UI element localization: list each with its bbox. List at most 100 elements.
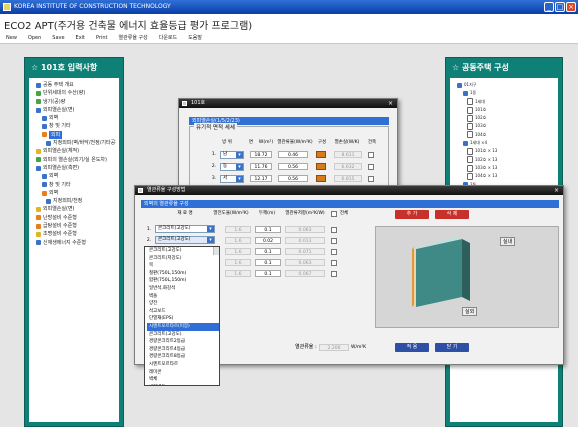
row-checkbox[interactable]: [331, 249, 337, 255]
dropdown-option[interactable]: 철판(750L,150m): [147, 270, 219, 278]
tree-item[interactable]: 외피열손실(측면): [32, 164, 116, 172]
dropdown-option[interactable]: 경량콘크리트4등급: [147, 346, 219, 354]
tree-item[interactable]: 외벽: [32, 172, 116, 180]
row-checkbox[interactable]: [331, 271, 337, 277]
dropdown-option[interactable]: 시멘트모르타르: [147, 361, 219, 369]
tree-item-selected[interactable]: 외피: [32, 130, 116, 140]
compose-button[interactable]: [316, 175, 326, 182]
dropdown-option[interactable]: 양전: [147, 300, 219, 308]
tree-item[interactable]: 1세대: [453, 98, 555, 106]
tree-item[interactable]: 창 및 기타: [32, 181, 116, 189]
dropdown-option[interactable]: 벽체: [147, 376, 219, 384]
tree-item[interactable]: 공동 주택 개요: [32, 81, 116, 89]
tree-item[interactable]: 102호: [453, 114, 555, 122]
thickness-field[interactable]: 0.1: [255, 270, 281, 277]
tree-item[interactable]: 103호: [453, 122, 555, 131]
dropdown-option[interactable]: 일반석,화강석: [147, 285, 219, 293]
tree-item[interactable]: 외벽: [32, 114, 116, 122]
row-checkbox[interactable]: [331, 260, 337, 266]
close-icon[interactable]: ×: [554, 186, 559, 195]
close-dialog-button[interactable]: 닫 기: [435, 343, 469, 352]
area-field[interactable]: 18.72: [250, 151, 272, 158]
thickness-field[interactable]: 0.1: [255, 259, 281, 266]
tree-item[interactable]: 창 및 기타: [32, 122, 116, 130]
tree-item[interactable]: 지정외피(벽/바닥/천정/기타공간: [32, 139, 116, 147]
thickness-field[interactable]: 0.1: [255, 226, 281, 233]
tree-item[interactable]: 급탕설비 수준형: [32, 222, 116, 230]
dropdown-option[interactable]: 콘크리트(고강도): [147, 331, 219, 339]
dropdown-option[interactable]: 석고보드: [147, 308, 219, 316]
menu-help[interactable]: 도움말: [188, 32, 202, 43]
tree-item[interactable]: 101호: [453, 106, 555, 114]
thickness-field[interactable]: 0.02: [255, 237, 281, 244]
tree-item[interactable]: 104호 × 13: [453, 172, 555, 180]
dropdown-option[interactable]: 콘크리트(고강도): [147, 247, 219, 255]
tree-item[interactable]: 외피열손실(면): [32, 205, 116, 213]
compose-button[interactable]: [316, 151, 326, 158]
tree-item[interactable]: 101호 × 13: [453, 147, 555, 156]
direction-select[interactable]: 서 ▾: [220, 175, 244, 183]
dropdown-option[interactable]: 콘크리트(저강도): [147, 255, 219, 263]
tree-item[interactable]: 난방설비 수준형: [32, 214, 116, 222]
col-header: 방 위: [222, 140, 232, 145]
uvalue-field[interactable]: 0.46: [278, 151, 308, 158]
dropdown-option[interactable]: 합판(750L,150m): [147, 277, 219, 285]
dropdown-option[interactable]: 단열재(EPS): [147, 315, 219, 323]
tree-item[interactable]: 외피열손실(면): [32, 106, 116, 114]
area-field[interactable]: 11.76: [250, 163, 272, 170]
menu-download[interactable]: 다운로드: [159, 32, 177, 43]
apply-button[interactable]: 적 용: [395, 343, 429, 352]
row-checkbox[interactable]: [331, 227, 337, 233]
row-checkbox[interactable]: [368, 164, 374, 170]
maximize-button[interactable]: □: [555, 2, 565, 12]
direction-select[interactable]: 동 ▾: [220, 163, 244, 171]
row-checkbox[interactable]: [368, 152, 374, 158]
compose-button[interactable]: [316, 163, 326, 170]
menu-new[interactable]: New: [6, 32, 17, 43]
delete-layer-button[interactable]: 삭 제: [435, 210, 469, 219]
dropdown-option[interactable]: 내화벽돌: [147, 384, 219, 386]
row-checkbox[interactable]: [331, 238, 337, 244]
menu-print[interactable]: Print: [96, 32, 108, 43]
select-all-checkbox[interactable]: [331, 211, 337, 217]
dropdown-option[interactable]: 경량콘크리트2등급: [147, 338, 219, 346]
tree-item[interactable]: 외피열손실(체적): [32, 147, 116, 155]
tree-item[interactable]: 신재생에너지 수준형: [32, 239, 116, 247]
dropdown-option[interactable]: 경량콘크리트8등급: [147, 353, 219, 361]
tree-item[interactable]: 외벽: [32, 189, 116, 197]
tree-item[interactable]: 1세대 ×4: [453, 139, 555, 147]
tree-item[interactable]: 103호 × 13: [453, 164, 555, 172]
thickness-field[interactable]: 0.1: [255, 248, 281, 255]
menu-exit[interactable]: Exit: [76, 32, 85, 43]
dropdown-option[interactable]: 목: [147, 262, 219, 270]
menu-save[interactable]: Save: [52, 32, 64, 43]
dialog-icon: [138, 188, 143, 193]
tree-item[interactable]: 102호 × 13: [453, 156, 555, 164]
tree-item[interactable]: 외피의 열손실(외기/실 온도차): [32, 156, 116, 164]
tree-item[interactable]: 1동: [453, 89, 555, 97]
dropdown-option[interactable]: 벽돌: [147, 293, 219, 301]
window-icon: [42, 182, 47, 188]
direction-select[interactable]: 남 ▾: [220, 151, 244, 159]
tree-item[interactable]: 104호: [453, 131, 555, 139]
dropdown-option[interactable]: 시멘트모르타르(미장): [147, 322, 219, 331]
tree-item[interactable]: 단위세대의 수산(량): [32, 89, 116, 97]
uvalue-field[interactable]: 0.56: [278, 163, 308, 170]
dropdown-option[interactable]: 레미콘: [147, 369, 219, 377]
tree-item[interactable]: 지정외피/천정: [32, 197, 116, 205]
tree-item[interactable]: 01지구: [453, 81, 555, 89]
tree-item[interactable]: 조명설비 수준형: [32, 230, 116, 238]
close-button[interactable]: ×: [566, 2, 576, 12]
tree-item[interactable]: 냉기(공)량: [32, 98, 116, 106]
menu-open[interactable]: Open: [28, 32, 41, 43]
material-select[interactable]: 콘크리트(고강도) ▾: [155, 225, 215, 233]
uvalue-field[interactable]: 0.56: [278, 175, 308, 182]
dropdown-scrollbar[interactable]: [213, 247, 219, 255]
menu-uvalue[interactable]: 열관류율 구성: [119, 32, 148, 43]
close-icon[interactable]: ×: [388, 99, 393, 108]
minimize-button[interactable]: _: [544, 2, 554, 12]
row-checkbox[interactable]: [368, 176, 374, 182]
add-layer-button[interactable]: 추 가: [395, 210, 429, 219]
area-field[interactable]: 12.17: [250, 175, 272, 182]
material-select[interactable]: 콘크리트(고강도) ▾: [155, 236, 215, 244]
